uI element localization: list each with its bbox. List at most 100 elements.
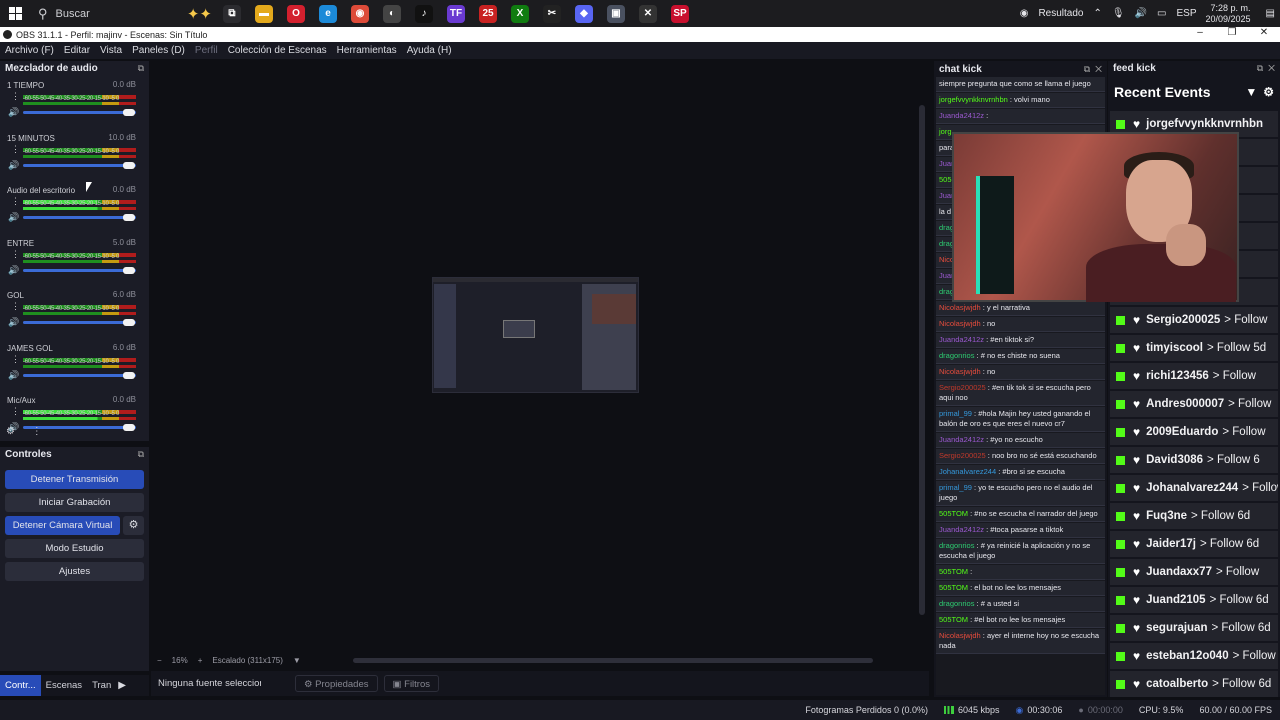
speaker-icon[interactable]: 🔊 xyxy=(8,160,19,171)
taskbar-search[interactable]: ⚲ Buscar ✦✦ xyxy=(30,0,216,27)
close-icon[interactable]: ✕ xyxy=(1268,63,1275,73)
close-window-icon[interactable]: ✕ xyxy=(1248,27,1280,38)
notification-icon[interactable]: ▤ xyxy=(1266,8,1275,19)
preview-vertical-scrollbar[interactable] xyxy=(919,105,925,615)
preview-canvas[interactable] xyxy=(151,61,919,654)
stop-virtual-camera-button[interactable]: Detener Cámara Virtual xyxy=(5,516,120,535)
mixer-menu-icon[interactable]: ⋮ xyxy=(32,426,42,437)
taskbar-app[interactable]: ▬ xyxy=(248,0,280,27)
volume-slider[interactable] xyxy=(23,266,136,274)
channel-menu-icon[interactable]: ⋮ xyxy=(11,92,20,101)
microphone-icon[interactable]: 🎙 xyxy=(1112,8,1125,19)
taskbar-app[interactable]: ✂ xyxy=(536,0,568,27)
settings-button[interactable]: Ajustes xyxy=(5,562,144,581)
taskbar-app[interactable]: ✕ xyxy=(632,0,664,27)
channel-menu-icon[interactable]: ⋮ xyxy=(11,302,20,311)
gear-icon[interactable]: ⚙ xyxy=(1263,85,1274,99)
studio-mode-button[interactable]: Modo Estudio xyxy=(5,539,144,558)
taskbar-app[interactable]: SP xyxy=(664,0,696,27)
channel-menu-icon[interactable]: ⋮ xyxy=(11,407,20,416)
feed-event-row[interactable]: ♥ catoalberto > Follow 6d xyxy=(1110,671,1278,697)
filter-icon[interactable]: ▼ xyxy=(1245,85,1257,99)
menu-herramientas[interactable]: Herramientas xyxy=(332,45,402,56)
taskbar-app[interactable]: X xyxy=(504,0,536,27)
language-label[interactable]: ESP xyxy=(1176,8,1196,19)
network-icon[interactable]: ▭ xyxy=(1157,8,1166,19)
minimize-icon[interactable]: – xyxy=(1184,27,1216,38)
feed-event-row[interactable]: ♥ Andres000007 > Follow xyxy=(1110,391,1278,417)
stop-streaming-button[interactable]: Detener Transmisión xyxy=(5,470,144,489)
volume-slider[interactable] xyxy=(23,319,136,326)
menu-ayuda[interactable]: Ayuda (H) xyxy=(402,45,457,56)
volume-slider-knob[interactable] xyxy=(123,319,135,326)
menu-vista[interactable]: Vista xyxy=(95,45,127,56)
virtual-camera-settings-gear-icon[interactable]: ⚙ xyxy=(123,516,144,535)
menu-paneles[interactable]: Paneles (D) xyxy=(127,45,190,56)
start-recording-button[interactable]: Iniciar Grabación xyxy=(5,493,144,512)
advanced-audio-icon[interactable]: ⚙ xyxy=(6,426,15,437)
speaker-icon[interactable]: 🔊 xyxy=(8,317,19,328)
volume-slider-knob[interactable] xyxy=(123,424,135,431)
tab-controls[interactable]: Contr... xyxy=(0,675,41,696)
tray-result-label[interactable]: Resultado xyxy=(1038,8,1083,19)
undock-icon[interactable]: ⧉ xyxy=(138,449,144,460)
volume-slider[interactable] xyxy=(23,161,136,169)
preview-horizontal-scrollbar[interactable] xyxy=(353,658,873,663)
speaker-icon[interactable]: 🔊 xyxy=(8,107,19,118)
filters-button[interactable]: ▣ Filtros xyxy=(383,675,440,692)
volume-icon[interactable]: 🔊 xyxy=(1135,8,1147,19)
menu-archivo[interactable]: Archivo (F) xyxy=(0,45,59,56)
feed-event-row[interactable]: ♥ Juandaxx77 > Follow xyxy=(1110,559,1278,585)
taskbar-app[interactable]: ⧉ xyxy=(216,0,248,27)
zoom-in-icon[interactable]: + xyxy=(198,656,203,665)
feed-event-row[interactable]: ♥ Fuq3ne > Follow 6d xyxy=(1110,503,1278,529)
feed-event-row[interactable]: ♥ segurajuan > Follow 6d xyxy=(1110,615,1278,641)
taskbar-app[interactable]: ◐ xyxy=(376,0,408,27)
volume-slider-knob[interactable] xyxy=(123,214,135,221)
taskbar-app[interactable]: e xyxy=(312,0,344,27)
feed-event-row[interactable]: ♥ timyiscool > Follow 5d xyxy=(1110,335,1278,361)
volume-slider-knob[interactable] xyxy=(123,266,135,274)
feed-event-row[interactable]: ♥ Jaider17j > Follow 6d xyxy=(1110,531,1278,557)
channel-menu-icon[interactable]: ⋮ xyxy=(11,144,20,153)
taskbar-app[interactable]: TF xyxy=(440,0,472,27)
speaker-icon[interactable]: 🔊 xyxy=(8,212,19,223)
undock-icon[interactable]: ⧉ xyxy=(1084,64,1090,74)
taskbar-app[interactable]: 25 xyxy=(472,0,504,27)
undock-icon[interactable]: ⧉ xyxy=(138,63,144,74)
tab-transitions[interactable]: Tran xyxy=(87,675,116,696)
volume-slider[interactable] xyxy=(23,109,136,116)
feed-event-row[interactable]: ♥ David3086 > Follow 6 xyxy=(1110,447,1278,473)
tray-profile-icon[interactable]: ◉ xyxy=(1020,8,1029,19)
menu-coleccion-escenas[interactable]: Colección de Escenas xyxy=(223,45,332,56)
taskbar-app[interactable]: ♪ xyxy=(408,0,440,27)
channel-menu-icon[interactable]: ⋮ xyxy=(11,354,20,363)
tab-scenes[interactable]: Escenas xyxy=(41,675,87,696)
close-icon[interactable]: ✕ xyxy=(1095,64,1102,74)
taskbar-app[interactable]: ◉ xyxy=(344,0,376,27)
menu-editar[interactable]: Editar xyxy=(59,45,95,56)
volume-slider-knob[interactable] xyxy=(123,161,135,169)
speaker-icon[interactable]: 🔊 xyxy=(8,370,19,381)
restore-icon[interactable]: ❐ xyxy=(1216,27,1248,38)
feed-event-row[interactable]: ♥ Johanalvarez244> Follow xyxy=(1110,475,1278,501)
feed-event-row[interactable]: ♥ esteban12o040 > Follow xyxy=(1110,643,1278,669)
undock-icon[interactable]: ⧉ xyxy=(1257,63,1263,73)
volume-slider[interactable] xyxy=(23,214,136,221)
channel-menu-icon[interactable]: ⋮ xyxy=(11,197,20,206)
feed-event-row[interactable]: ♥ richi123456 > Follow xyxy=(1110,363,1278,389)
volume-slider[interactable] xyxy=(23,371,136,379)
speaker-icon[interactable]: 🔊 xyxy=(8,265,19,276)
zoom-out-icon[interactable]: − xyxy=(157,656,162,665)
volume-slider-knob[interactable] xyxy=(123,109,135,116)
properties-button[interactable]: ⚙ Propiedades xyxy=(295,675,378,692)
taskbar-app[interactable]: ◆ xyxy=(568,0,600,27)
chevron-up-icon[interactable]: ⌃ xyxy=(1093,8,1101,19)
taskbar-app[interactable]: ▣ xyxy=(600,0,632,27)
feed-event-row[interactable]: ♥ Juand2105 > Follow 6d xyxy=(1110,587,1278,613)
menu-perfil[interactable]: Perfil xyxy=(190,45,223,56)
channel-menu-icon[interactable]: ⋮ xyxy=(11,249,20,258)
feed-event-row[interactable]: ♥ 2009Eduardo > Follow xyxy=(1110,419,1278,445)
clock[interactable]: 7:28 p. m. 20/09/2025 xyxy=(1206,3,1251,25)
volume-slider-knob[interactable] xyxy=(123,371,135,379)
